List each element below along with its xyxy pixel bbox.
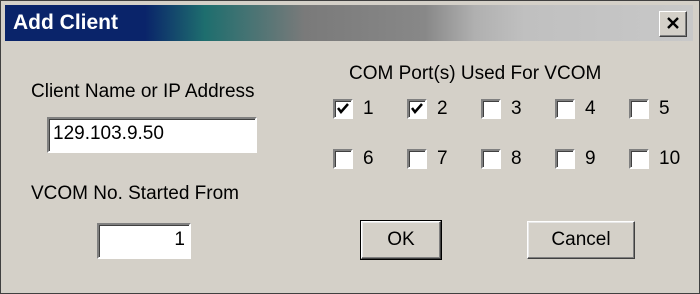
checkbox-box[interactable] bbox=[629, 99, 649, 119]
com-port-label: 1 bbox=[363, 98, 374, 119]
com-port-label: 10 bbox=[659, 148, 681, 169]
checkbox-box[interactable] bbox=[407, 149, 427, 169]
com-port-label: 7 bbox=[437, 148, 448, 169]
close-icon bbox=[666, 14, 680, 34]
com-port-checkbox-3[interactable]: 3 bbox=[481, 98, 522, 120]
com-port-checkbox-4[interactable]: 4 bbox=[555, 98, 596, 120]
com-port-checkbox-5[interactable]: 5 bbox=[629, 98, 670, 120]
com-port-checkbox-7[interactable]: 7 bbox=[407, 148, 448, 170]
com-port-label: 5 bbox=[659, 98, 670, 119]
checkbox-box[interactable] bbox=[333, 99, 353, 119]
client-name-input[interactable]: 129.103.9.50 bbox=[47, 117, 257, 153]
title-bar: Add Client bbox=[5, 5, 693, 41]
com-port-checkbox-10[interactable]: 10 bbox=[629, 148, 680, 170]
checkbox-box[interactable] bbox=[481, 99, 501, 119]
dialog-title: Add Client bbox=[13, 11, 118, 34]
ok-button[interactable]: OK bbox=[360, 220, 442, 260]
checkbox-box[interactable] bbox=[629, 149, 649, 169]
com-port-label: 2 bbox=[437, 98, 448, 119]
checkbox-box[interactable] bbox=[555, 99, 575, 119]
checkbox-box[interactable] bbox=[333, 149, 353, 169]
com-port-checkbox-2[interactable]: 2 bbox=[407, 98, 448, 120]
cancel-button[interactable]: Cancel bbox=[527, 221, 635, 259]
checkbox-box[interactable] bbox=[407, 99, 427, 119]
com-port-label: 6 bbox=[363, 148, 374, 169]
com-port-label: 8 bbox=[511, 148, 522, 169]
com-port-checkbox-1[interactable]: 1 bbox=[333, 98, 374, 120]
com-port-label: 4 bbox=[585, 98, 596, 119]
vcom-start-label: VCOM No. Started From bbox=[31, 183, 239, 204]
vcom-start-input[interactable]: 1 bbox=[97, 223, 191, 259]
checkmark-icon bbox=[411, 103, 423, 114]
com-port-checkbox-8[interactable]: 8 bbox=[481, 148, 522, 170]
close-button[interactable] bbox=[659, 11, 687, 37]
com-port-label: 9 bbox=[585, 148, 596, 169]
add-client-dialog: Add Client Client Name or IP Address 129… bbox=[0, 0, 700, 294]
com-port-checkbox-9[interactable]: 9 bbox=[555, 148, 596, 170]
com-ports-label: COM Port(s) Used For VCOM bbox=[349, 63, 602, 84]
checkbox-box[interactable] bbox=[481, 149, 501, 169]
checkmark-icon bbox=[337, 103, 349, 114]
com-port-checkbox-6[interactable]: 6 bbox=[333, 148, 374, 170]
com-port-label: 3 bbox=[511, 98, 522, 119]
client-name-label: Client Name or IP Address bbox=[31, 81, 255, 102]
checkbox-box[interactable] bbox=[555, 149, 575, 169]
